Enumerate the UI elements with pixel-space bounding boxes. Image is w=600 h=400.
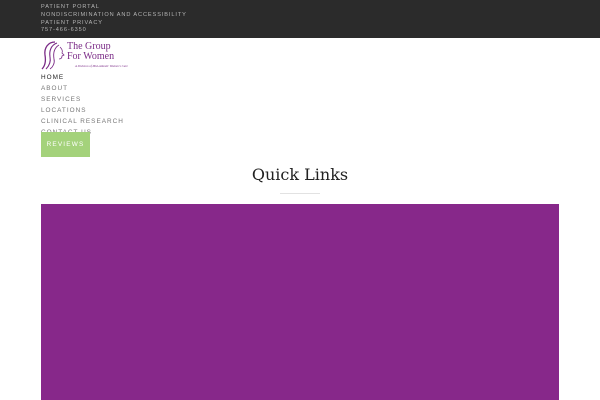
woman-profile-icon	[41, 41, 65, 70]
quick-links-heading: Quick Links	[251, 165, 349, 184]
site-logo[interactable]: The Group For Women A Division of Mid-At…	[41, 40, 131, 72]
logo-title-line2: For Women	[67, 51, 115, 62]
utility-top-bar: PATIENT PORTAL NONDISCRIMINATION AND ACC…	[0, 0, 600, 38]
patient-privacy-link[interactable]: PATIENT PRIVACY	[41, 20, 187, 28]
nav-item-about[interactable]: ABOUT	[41, 83, 124, 94]
utility-links: PATIENT PORTAL NONDISCRIMINATION AND ACC…	[41, 4, 187, 35]
quick-links-banner	[41, 204, 559, 400]
main-navigation: HOME ABOUT SERVICES LOCATIONS CLINICAL R…	[41, 72, 124, 134]
patient-portal-link[interactable]: PATIENT PORTAL	[41, 4, 187, 12]
nav-item-locations[interactable]: LOCATIONS	[41, 105, 124, 116]
nav-item-clinical-research[interactable]: CLINICAL RESEARCH	[41, 116, 124, 127]
reviews-button[interactable]: REVIEWS	[41, 132, 90, 157]
phone-number-link[interactable]: 757-466-6350	[41, 27, 187, 35]
nav-item-home[interactable]: HOME	[41, 72, 124, 83]
logo-tagline: A Division of Mid-Atlantic Women's Care	[75, 64, 128, 68]
heading-divider	[280, 193, 320, 194]
nondiscrimination-accessibility-link[interactable]: NONDISCRIMINATION AND ACCESSIBILITY	[41, 12, 187, 20]
nav-item-services[interactable]: SERVICES	[41, 94, 124, 105]
